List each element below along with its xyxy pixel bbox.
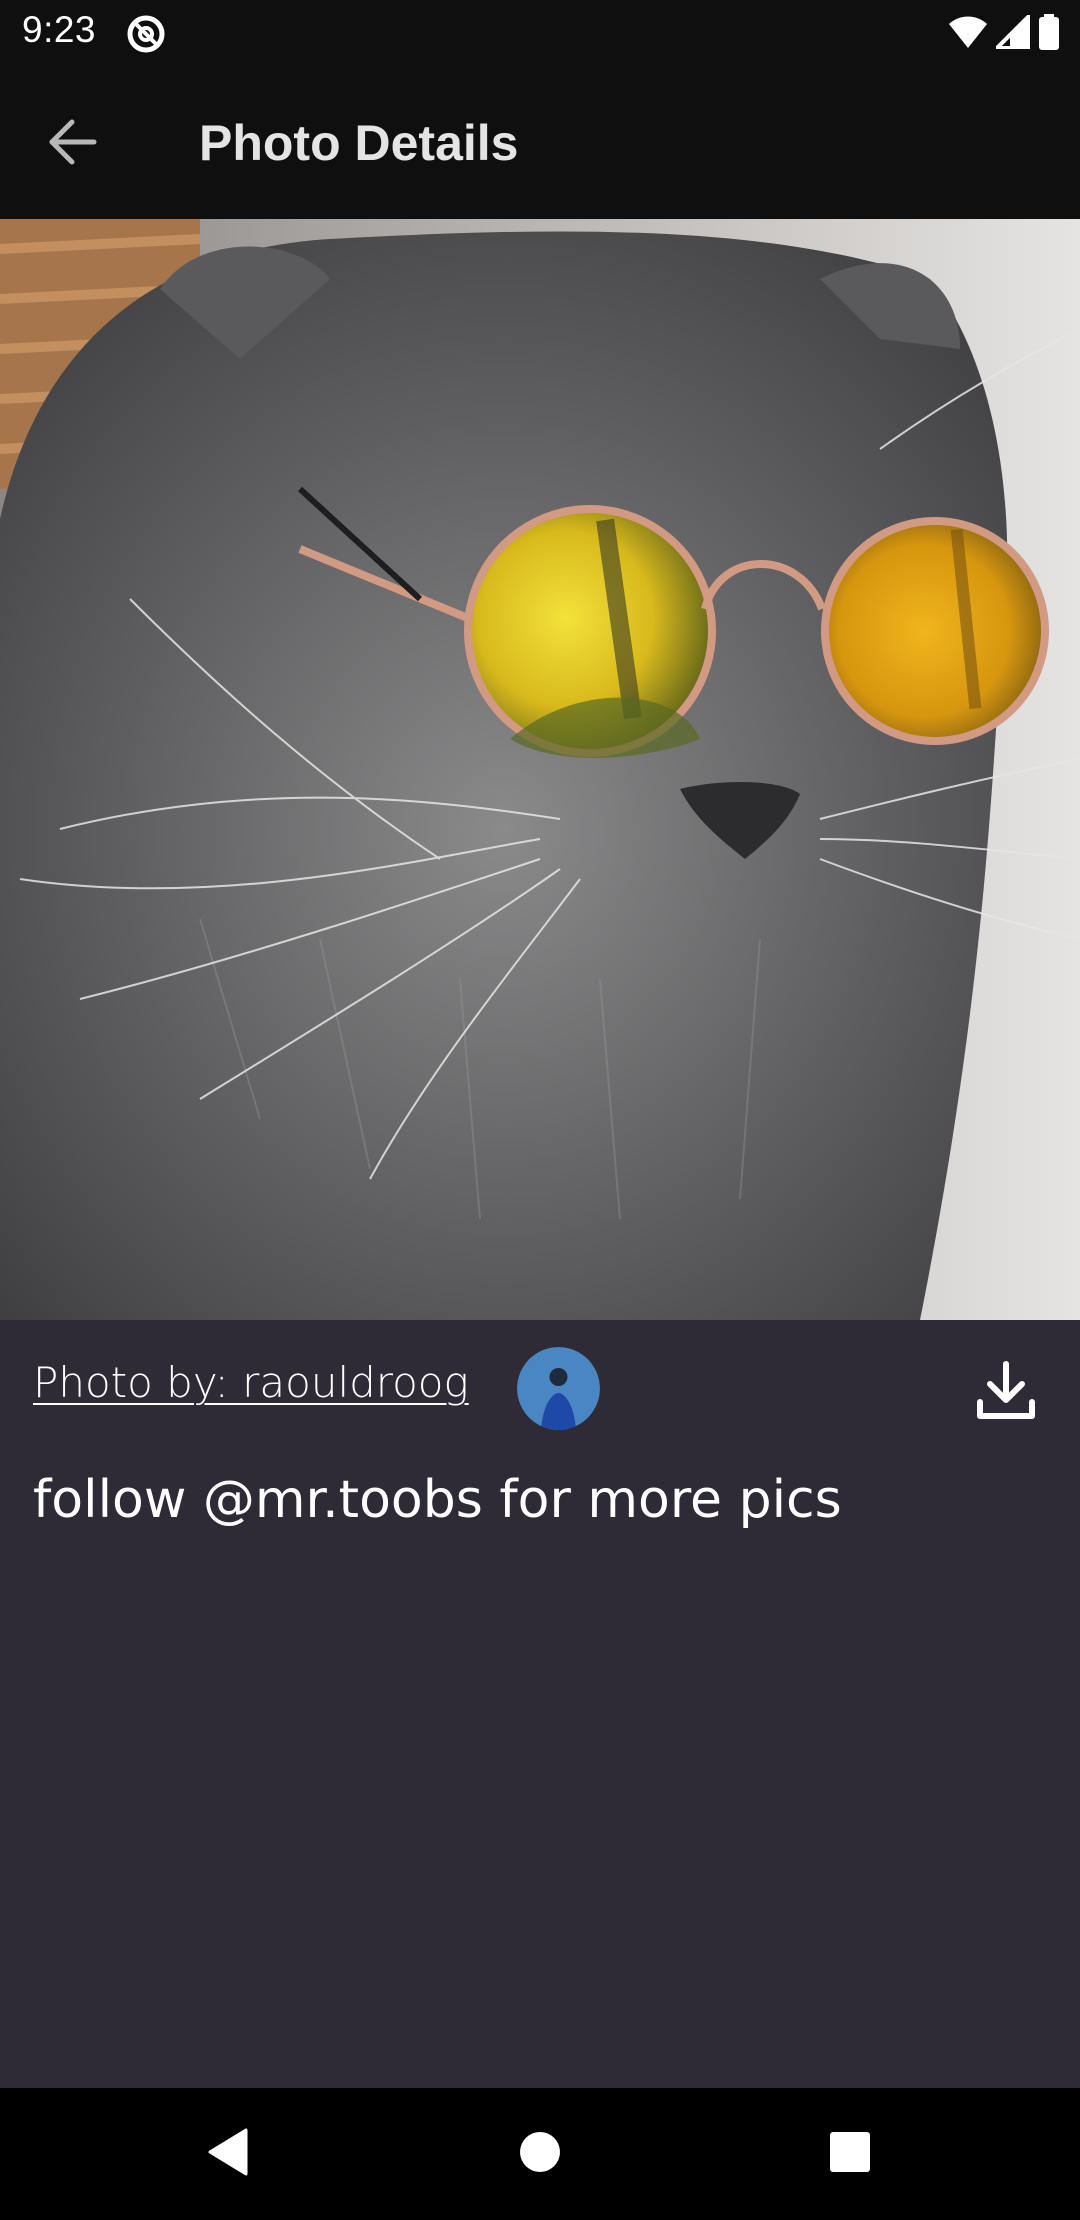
nav-recents-button[interactable]	[818, 2122, 882, 2186]
cellular-signal-icon	[995, 14, 1031, 53]
back-button[interactable]	[36, 108, 108, 180]
battery-icon	[1038, 14, 1060, 54]
download-button[interactable]	[966, 1352, 1046, 1432]
nav-recents-icon	[829, 2131, 871, 2177]
status-bar: 9:23	[0, 0, 1080, 66]
arrow-back-icon	[46, 116, 98, 172]
cat-photo	[0, 219, 1080, 1320]
nav-home-icon	[518, 2130, 562, 2178]
nav-back-icon	[206, 2128, 250, 2180]
download-icon	[976, 1360, 1036, 1424]
page-title: Photo Details	[199, 115, 519, 171]
status-time: 9:23	[22, 9, 97, 50]
wifi-icon	[948, 15, 988, 53]
nav-home-button[interactable]	[508, 2122, 572, 2186]
avatar[interactable]	[517, 1347, 600, 1430]
status-icons	[948, 14, 1060, 54]
at-sign-notification-icon	[126, 14, 166, 54]
app-root: 9:23 Photo Details Photo by: raouldroog …	[0, 0, 1080, 2220]
photo-details-panel: Photo by: raouldroog follow @mr.toobs fo…	[0, 1320, 1080, 2088]
photo-description: follow @mr.toobs for more pics	[33, 1470, 842, 1530]
nav-back-button[interactable]	[196, 2122, 260, 2186]
system-navigation-bar	[0, 2088, 1080, 2220]
app-bar: Photo Details	[0, 66, 1080, 219]
photographer-link[interactable]: Photo by: raouldroog	[33, 1358, 469, 1407]
